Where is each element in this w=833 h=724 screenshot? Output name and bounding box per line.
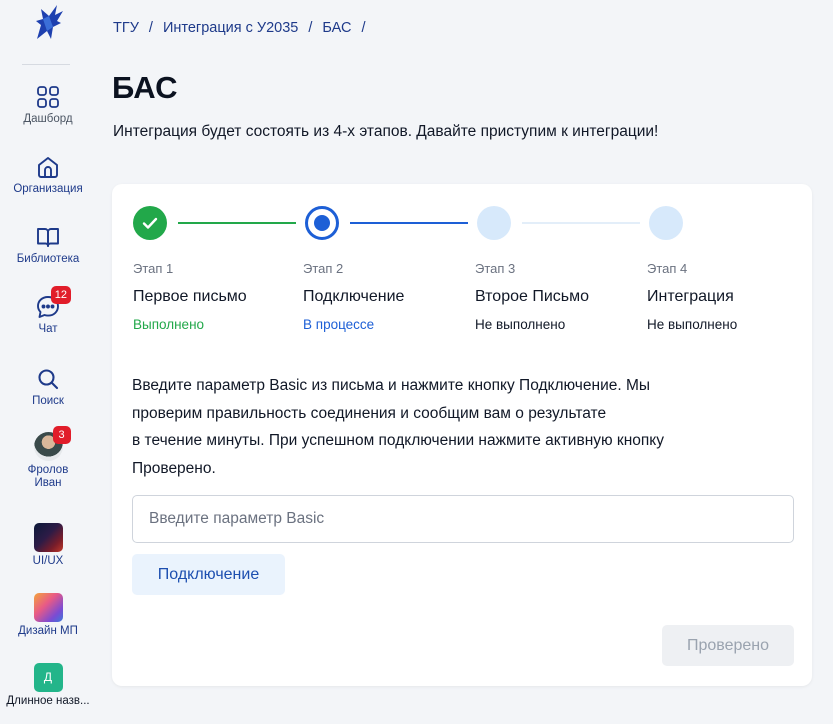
book-icon <box>35 224 61 250</box>
sidebar-item-label: UI/UX <box>32 555 64 567</box>
breadcrumb-separator: / <box>361 20 366 36</box>
sidebar-item-search[interactable]: Поиск <box>0 366 96 408</box>
sidebar-item-chat[interactable]: 12 Чат <box>0 286 96 336</box>
project-initial-avatar: Д <box>33 663 63 692</box>
step-name: Первое письмо <box>133 288 247 305</box>
basic-parameter-input[interactable] <box>132 495 794 543</box>
sidebar-item-label: Чат <box>38 323 58 335</box>
sidebar-item-label: Библиотека <box>16 253 80 265</box>
avatar: 3 <box>33 426 71 461</box>
step-connector <box>522 222 640 224</box>
step-status: Не выполнено <box>475 317 566 332</box>
step-connector <box>350 222 468 224</box>
step-name: Второе Письмо <box>475 288 589 305</box>
step-status: В процессе <box>303 317 375 332</box>
project-thumbnail <box>33 593 63 622</box>
sidebar-item-design-mp[interactable]: Дизайн МП <box>0 593 96 638</box>
breadcrumb-separator: / <box>308 20 313 36</box>
step-2-active-icon <box>305 206 339 240</box>
step-connector <box>178 222 296 224</box>
chat-icon: 12 <box>35 286 71 320</box>
sidebar-item-label: Фролов Иван <box>0 464 96 490</box>
sidebar-item-library[interactable]: Библиотека <box>0 224 96 266</box>
breadcrumb-item[interactable]: ТГУ <box>113 20 139 36</box>
step-name: Интеграция <box>647 288 734 305</box>
sidebar-item-long-name[interactable]: Д Длинное назв... <box>0 663 96 708</box>
dashboard-icon <box>35 84 61 110</box>
step-caption: Этап 4 <box>647 261 688 276</box>
page-title: БАС <box>112 70 178 105</box>
sidebar-item-organization[interactable]: Организация <box>0 154 96 196</box>
sidebar-divider <box>22 64 70 65</box>
page-intro: Интеграция будет состоять из 4-х этапов.… <box>113 123 659 140</box>
step-status: Не выполнено <box>647 317 738 332</box>
profile-name-line1: Фролов <box>27 464 69 476</box>
instructions-line: в течение минуты. При успешном подключен… <box>132 432 664 449</box>
integration-card: Этап 1 Этап 2 Этап 3 Этап 4 Первое письм… <box>112 184 812 686</box>
step-3-pending-icon <box>477 206 511 240</box>
sidebar-item-label: Дизайн МП <box>18 625 78 637</box>
profile-name-line2: Иван <box>34 477 62 489</box>
sidebar-item-profile[interactable]: 3 Фролов Иван <box>0 426 96 490</box>
step-caption: Этап 3 <box>475 261 516 276</box>
instructions-line: проверим правильность соединения и сообщ… <box>132 404 607 422</box>
sidebar-item-label: Дашборд <box>23 113 73 125</box>
sidebar-item-label: Организация <box>13 183 83 195</box>
instructions-text: Введите параметр Basic из письма и нажми… <box>132 372 772 482</box>
breadcrumb: ТГУ / Интеграция с У2035 / БАС / <box>113 20 375 36</box>
breadcrumb-item[interactable]: БАС <box>322 20 351 36</box>
instructions-line: Проверено. <box>132 459 216 477</box>
chat-unread-badge: 12 <box>50 286 71 304</box>
step-name: Подключение <box>303 288 405 305</box>
search-icon <box>35 366 61 392</box>
sidebar-item-dashboard[interactable]: Дашборд <box>0 84 96 126</box>
home-icon <box>35 154 61 180</box>
project-thumbnail <box>33 523 63 552</box>
logo-icon[interactable] <box>27 3 67 43</box>
step-status: Выполнено <box>133 317 205 332</box>
breadcrumb-separator: / <box>148 20 153 36</box>
sidebar: Дашборд Организация Библиотека 12 Чат По… <box>0 0 96 724</box>
sidebar-item-label: Длинное назв... <box>6 695 90 707</box>
step-caption: Этап 2 <box>303 261 344 276</box>
step-1-done-icon <box>133 206 167 240</box>
instructions-line: Введите параметр Basic из письма и нажми… <box>132 377 651 394</box>
sidebar-item-uiux[interactable]: UI/UX <box>0 523 96 568</box>
profile-badge: 3 <box>52 426 71 444</box>
verified-button[interactable]: Проверено <box>662 625 794 666</box>
breadcrumb-item[interactable]: Интеграция с У2035 <box>163 20 298 36</box>
step-caption: Этап 1 <box>133 261 174 276</box>
step-4-pending-icon <box>649 206 683 240</box>
sidebar-item-label: Поиск <box>32 395 64 407</box>
connect-button[interactable]: Подключение <box>132 554 285 595</box>
